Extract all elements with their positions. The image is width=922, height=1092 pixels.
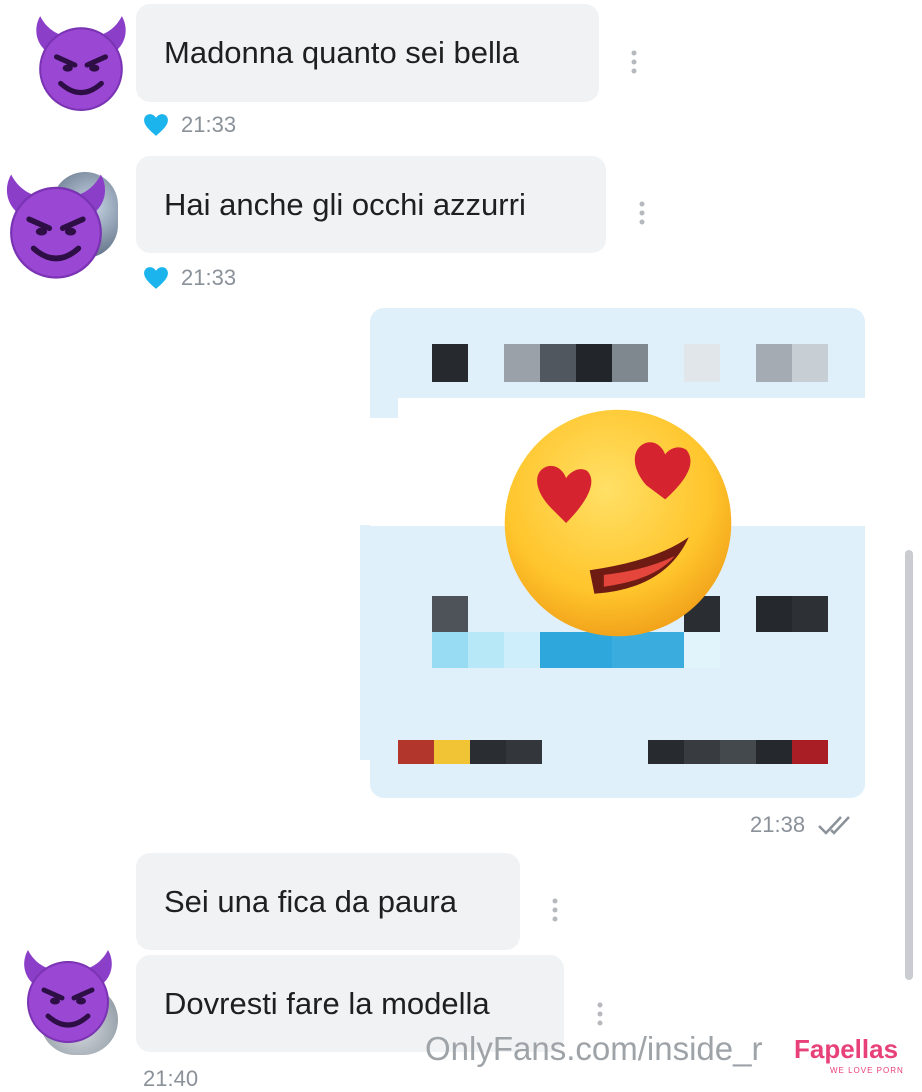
message-text: Hai anche gli occhi azzurri	[164, 186, 526, 222]
kebab-icon[interactable]	[631, 50, 637, 74]
censor-pixel	[756, 740, 792, 764]
censor-pixel	[720, 740, 756, 764]
message-text: Dovresti fare la modella	[164, 985, 490, 1021]
incoming-message[interactable]: Sei una fica da paura	[136, 853, 520, 950]
censor-pixel	[792, 740, 828, 764]
message-text: Sei una fica da paura	[164, 883, 457, 919]
message-meta: 21:33	[143, 112, 236, 138]
incoming-message[interactable]: Madonna quanto sei bella	[136, 4, 599, 102]
censor-pixel	[432, 632, 468, 668]
brand-logo: Fapellas	[794, 1034, 899, 1064]
watermark-text: OnlyFans.com/inside_r	[425, 1030, 763, 1067]
heart-icon[interactable]	[143, 113, 169, 137]
censor-pixel	[792, 596, 828, 632]
message-meta: 21:38	[750, 812, 857, 838]
message-time: 21:33	[181, 265, 237, 290]
brand-tagline: WE LOVE PORN	[830, 1066, 904, 1075]
kebab-icon[interactable]	[597, 1002, 603, 1026]
message-time: 21:38	[750, 812, 806, 837]
censor-pixel	[398, 740, 434, 764]
censor-pixel	[506, 740, 542, 764]
message-time: 21:33	[181, 112, 237, 137]
censor-pixel	[468, 632, 504, 668]
smiling-devil-emoji-icon[interactable]	[18, 946, 118, 1046]
double-check-icon	[818, 816, 850, 835]
smiling-devil-emoji-icon[interactable]	[30, 12, 132, 114]
message-text: Madonna quanto sei bella	[164, 35, 520, 70]
heart-eyes-emoji-icon	[504, 409, 732, 637]
heart-icon[interactable]	[143, 266, 169, 290]
smiling-devil-emoji-icon[interactable]	[0, 170, 112, 282]
censor-pixel	[684, 740, 720, 764]
censor-block	[360, 525, 370, 760]
incoming-message[interactable]: Hai anche gli occhi azzurri	[136, 156, 606, 253]
censor-pixel	[470, 740, 506, 764]
censor-pixel	[648, 740, 684, 764]
censor-pixel	[756, 596, 792, 632]
message-time: 21:40	[143, 1066, 199, 1091]
message-meta: 21:40	[143, 1066, 198, 1092]
kebab-icon[interactable]	[552, 898, 558, 922]
message-meta: 21:33	[143, 265, 236, 291]
censor-pixel	[432, 596, 468, 632]
kebab-icon[interactable]	[639, 201, 645, 225]
censor-pixel	[434, 740, 470, 764]
censor-block	[398, 308, 865, 418]
scrollbar[interactable]	[905, 550, 913, 980]
